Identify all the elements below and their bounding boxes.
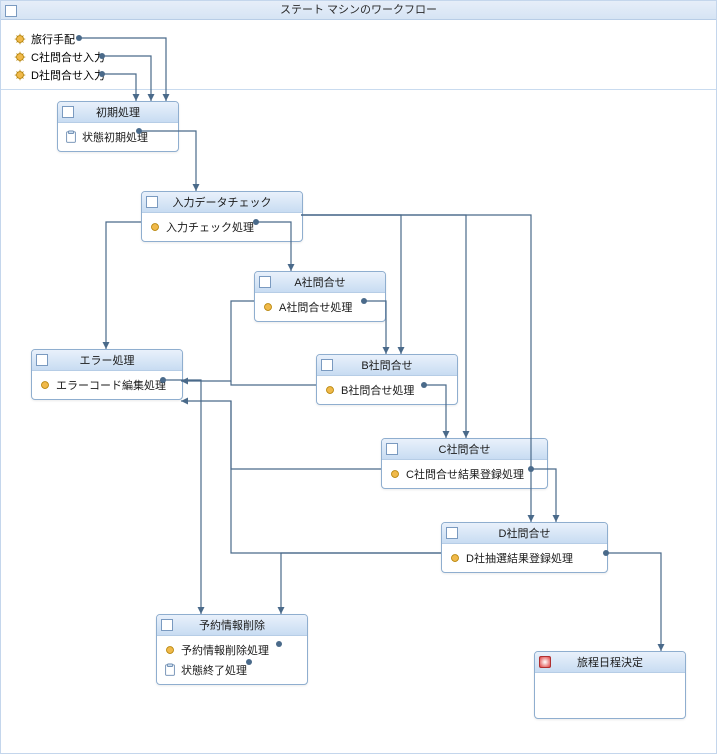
square-icon bbox=[62, 106, 74, 118]
state-title: C社問合せ bbox=[439, 441, 491, 457]
state-header: エラー処理 bbox=[32, 350, 182, 371]
title-text: ステート マシンのワークフロー bbox=[280, 4, 437, 16]
state-header: 入力データチェック bbox=[142, 192, 302, 213]
input-label: D社問合せ入力 bbox=[31, 67, 105, 83]
square-icon bbox=[5, 5, 17, 17]
activity: 入力チェック処理 bbox=[148, 217, 296, 237]
state-title: 予約情報削除 bbox=[199, 617, 265, 633]
gear-icon bbox=[13, 68, 27, 82]
activity-label: エラーコード編集処理 bbox=[56, 377, 166, 393]
gear-icon bbox=[13, 50, 27, 64]
state-title: 初期処理 bbox=[96, 104, 140, 120]
state-d-inquiry[interactable]: D社問合せ D社抽選結果登録処理 bbox=[441, 522, 608, 573]
state-b-inquiry[interactable]: B社問合せ B社問合せ処理 bbox=[316, 354, 458, 405]
input-item: 旅行手配 bbox=[13, 31, 75, 47]
gear-icon bbox=[261, 300, 275, 314]
activity-label: 入力チェック処理 bbox=[166, 219, 254, 235]
gear-icon bbox=[388, 467, 402, 481]
activity: 状態初期処理 bbox=[64, 127, 172, 147]
state-header: B社問合せ bbox=[317, 355, 457, 376]
activity-label: 状態初期処理 bbox=[82, 129, 148, 145]
activity: 予約情報削除処理 bbox=[163, 640, 301, 660]
state-body: B社問合せ処理 bbox=[317, 376, 457, 404]
state-c-inquiry[interactable]: C社問合せ C社問合せ結果登録処理 bbox=[381, 438, 548, 489]
gear-icon bbox=[38, 378, 52, 392]
state-body: エラーコード編集処理 bbox=[32, 371, 182, 399]
square-icon bbox=[36, 354, 48, 366]
input-item: D社問合せ入力 bbox=[13, 67, 105, 83]
final-state-icon bbox=[539, 656, 551, 668]
activity: B社問合せ処理 bbox=[323, 380, 451, 400]
state-itinerary[interactable]: 旅程日程決定 bbox=[534, 651, 686, 719]
title-bar: ステート マシンのワークフロー bbox=[1, 1, 716, 20]
state-header: C社問合せ bbox=[382, 439, 547, 460]
square-icon bbox=[146, 196, 158, 208]
state-body: 状態初期処理 bbox=[58, 123, 178, 151]
activity-label: B社問合せ処理 bbox=[341, 382, 414, 398]
square-icon bbox=[259, 276, 271, 288]
input-label: 旅行手配 bbox=[31, 31, 75, 47]
activity: エラーコード編集処理 bbox=[38, 375, 176, 395]
state-header: 初期処理 bbox=[58, 102, 178, 123]
state-title: 入力データチェック bbox=[173, 194, 272, 210]
state-error[interactable]: エラー処理 エラーコード編集処理 bbox=[31, 349, 183, 400]
state-body bbox=[535, 673, 685, 681]
state-title: 旅程日程決定 bbox=[577, 654, 643, 670]
state-title: A社問合せ bbox=[294, 274, 345, 290]
state-header: 予約情報削除 bbox=[157, 615, 307, 636]
square-icon bbox=[446, 527, 458, 539]
state-body: C社問合せ結果登録処理 bbox=[382, 460, 547, 488]
gear-icon bbox=[323, 383, 337, 397]
gear-icon bbox=[163, 643, 177, 657]
clipboard-icon bbox=[64, 130, 78, 144]
divider bbox=[1, 89, 716, 90]
activity: C社問合せ結果登録処理 bbox=[388, 464, 541, 484]
activity-label: D社抽選結果登録処理 bbox=[466, 550, 573, 566]
workflow-canvas: ステート マシンのワークフロー 旅行手配 C社問合せ入力 D社問合せ入力 初期処… bbox=[0, 0, 717, 754]
activity: D社抽選結果登録処理 bbox=[448, 548, 601, 568]
activity: 状態終了処理 bbox=[163, 660, 301, 680]
state-header: D社問合せ bbox=[442, 523, 607, 544]
state-body: D社抽選結果登録処理 bbox=[442, 544, 607, 572]
state-body: A社問合せ処理 bbox=[255, 293, 385, 321]
state-initial[interactable]: 初期処理 状態初期処理 bbox=[57, 101, 179, 152]
gear-icon bbox=[448, 551, 462, 565]
state-body: 入力チェック処理 bbox=[142, 213, 302, 241]
state-title: B社問合せ bbox=[361, 357, 412, 373]
state-title: エラー処理 bbox=[80, 352, 135, 368]
activity-label: 予約情報削除処理 bbox=[181, 642, 269, 658]
state-title: D社問合せ bbox=[499, 525, 551, 541]
square-icon bbox=[321, 359, 333, 371]
state-delete-reservation[interactable]: 予約情報削除 予約情報削除処理 状態終了処理 bbox=[156, 614, 308, 685]
activity-label: A社問合せ処理 bbox=[279, 299, 352, 315]
state-body: 予約情報削除処理 状態終了処理 bbox=[157, 636, 307, 684]
gear-icon bbox=[13, 32, 27, 46]
square-icon bbox=[161, 619, 173, 631]
gear-icon bbox=[148, 220, 162, 234]
clipboard-icon bbox=[163, 663, 177, 677]
activity-label: 状態終了処理 bbox=[181, 662, 247, 678]
state-input-check[interactable]: 入力データチェック 入力チェック処理 bbox=[141, 191, 303, 242]
input-item: C社問合せ入力 bbox=[13, 49, 105, 65]
input-label: C社問合せ入力 bbox=[31, 49, 105, 65]
state-a-inquiry[interactable]: A社問合せ A社問合せ処理 bbox=[254, 271, 386, 322]
square-icon bbox=[386, 443, 398, 455]
state-header: 旅程日程決定 bbox=[535, 652, 685, 673]
activity: A社問合せ処理 bbox=[261, 297, 379, 317]
activity-label: C社問合せ結果登録処理 bbox=[406, 466, 524, 482]
state-header: A社問合せ bbox=[255, 272, 385, 293]
